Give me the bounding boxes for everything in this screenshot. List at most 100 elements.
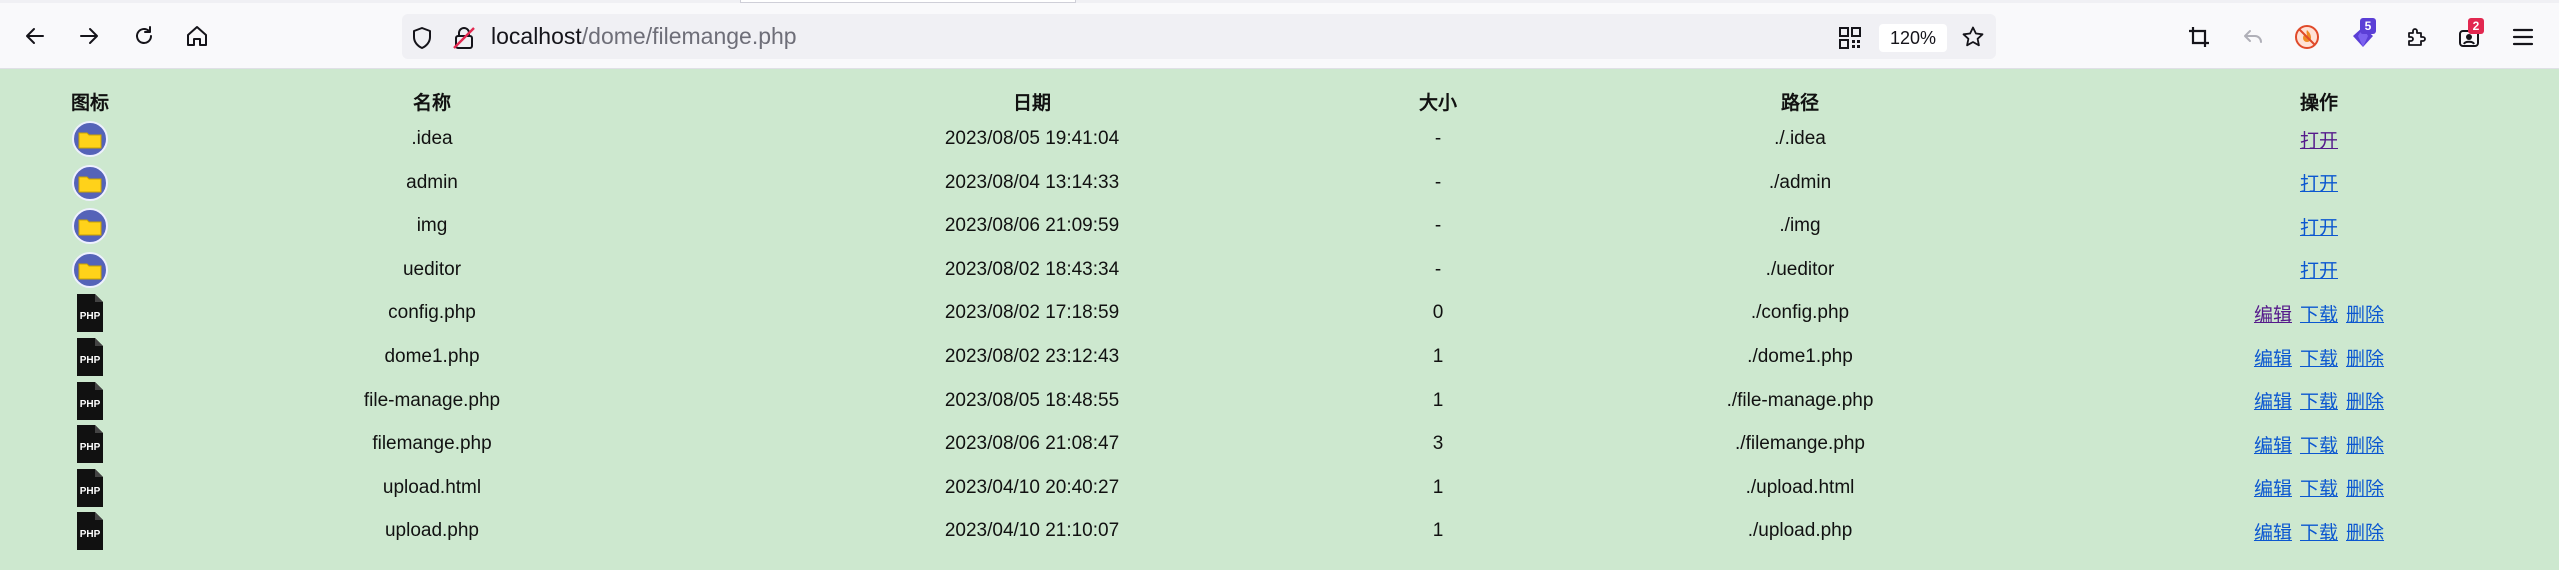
file-path: ./upload.html: [1745, 476, 1855, 498]
folder-icon-circle: [72, 164, 108, 201]
file-date: 2023/08/02 23:12:43: [944, 346, 1120, 367]
delete-link[interactable]: 删除: [2346, 387, 2384, 414]
back-button[interactable]: [17, 18, 53, 54]
row-actions: 编辑 下载 删除: [2119, 466, 2519, 510]
table-row: ueditor 2023/08/02 18:43:34 - ./ueditor 打开: [0, 248, 2559, 292]
file-date: 2023/08/02 17:18:59: [944, 302, 1120, 324]
file-name: config.php: [388, 302, 476, 324]
open-link[interactable]: 打开: [2300, 126, 2338, 153]
zoom-level-button[interactable]: 120%: [1879, 24, 1947, 52]
delete-link[interactable]: 删除: [2346, 300, 2384, 327]
svg-text:PHP: PHP: [80, 486, 101, 497]
php-file-glyph: PHP: [74, 293, 106, 333]
file-size: 0: [1432, 302, 1444, 324]
file-path: ./dome1.php: [1747, 346, 1853, 367]
file-date: 2023/08/02 18:43:34: [944, 258, 1120, 280]
file-name: dome1.php: [384, 346, 480, 367]
file-size: 1: [1432, 476, 1444, 498]
tracking-protection-shield-icon[interactable]: [408, 24, 436, 52]
open-link[interactable]: 打开: [2300, 213, 2338, 240]
hamburger-menu-icon[interactable]: [2508, 22, 2538, 52]
file-date: 2023/08/05 19:41:04: [944, 128, 1120, 149]
open-link[interactable]: 打开: [2300, 169, 2338, 196]
folder-icon-circle: [72, 251, 108, 288]
delete-link[interactable]: 删除: [2346, 344, 2384, 371]
php-file-glyph: PHP: [74, 337, 106, 377]
download-link[interactable]: 下载: [2300, 518, 2338, 545]
download-link[interactable]: 下载: [2300, 474, 2338, 501]
table-row: PHP file-manage.php 2023/08/05 18:48:55 1 ./…: [0, 379, 2559, 423]
insecure-lock-icon[interactable]: [450, 24, 478, 52]
file-path: ./img: [1779, 215, 1821, 237]
file-path: ./filemange.php: [1735, 433, 1865, 455]
row-actions: 打开: [2119, 204, 2519, 248]
file-name: upload.php: [384, 520, 480, 542]
delete-link[interactable]: 删除: [2346, 431, 2384, 458]
php-file-icon: PHP: [40, 422, 140, 466]
file-size: 1: [1432, 346, 1444, 367]
file-name: ueditor: [402, 258, 462, 280]
php-file-icon: PHP: [40, 291, 140, 335]
file-name: upload.html: [382, 476, 482, 498]
forward-button[interactable]: [71, 18, 107, 54]
file-name: file-manage.php: [363, 389, 501, 411]
edit-link[interactable]: 编辑: [2254, 518, 2292, 545]
file-size: -: [1434, 215, 1442, 237]
tab-strip: [0, 0, 2559, 3]
url-host: localhost: [491, 23, 582, 49]
edit-link[interactable]: 编辑: [2254, 431, 2292, 458]
home-button[interactable]: [179, 18, 215, 54]
file-size: -: [1434, 128, 1442, 149]
download-link[interactable]: 下载: [2300, 344, 2338, 371]
file-path: ./.idea: [1774, 128, 1826, 149]
delete-link[interactable]: 删除: [2346, 518, 2384, 545]
row-actions: 打开: [2119, 161, 2519, 205]
undo-arrow-icon[interactable]: [2238, 22, 2268, 52]
table-row: PHP filemange.php 2023/08/06 21:08:47 3 ./fi…: [0, 422, 2559, 466]
bookmark-star-icon[interactable]: [1958, 22, 1988, 52]
edit-link[interactable]: 编辑: [2254, 387, 2292, 414]
file-date: 2023/04/10 21:10:07: [944, 520, 1120, 542]
download-link[interactable]: 下载: [2300, 387, 2338, 414]
file-name: .idea: [411, 128, 453, 149]
file-size: 1: [1432, 520, 1444, 542]
folder-icon-circle: [72, 121, 108, 157]
edit-link[interactable]: 编辑: [2254, 344, 2292, 371]
php-file-icon: PHP: [40, 509, 140, 553]
crop-screenshot-icon[interactable]: [2184, 22, 2214, 52]
svg-text:PHP: PHP: [80, 529, 101, 540]
php-file-glyph: PHP: [74, 511, 106, 551]
row-actions: 编辑 下载 删除: [2119, 509, 2519, 553]
active-tab-edge[interactable]: [740, 0, 1076, 3]
folder-icon: [40, 204, 140, 248]
table-row: PHP upload.html 2023/04/10 20:40:27 1 ./uplo…: [0, 466, 2559, 510]
folder-icon-circle: [72, 208, 108, 245]
folder-icon: [40, 161, 140, 205]
edit-link[interactable]: 编辑: [2254, 474, 2292, 501]
php-file-glyph: PHP: [74, 381, 106, 421]
table-row: admin 2023/08/04 13:14:33 - ./admin 打开: [0, 161, 2559, 205]
folder-icon: [40, 248, 140, 292]
download-link[interactable]: 下载: [2300, 431, 2338, 458]
blocked-fire-extension-icon[interactable]: [2292, 22, 2322, 52]
open-link[interactable]: 打开: [2300, 256, 2338, 283]
back-arrow-icon: [26, 28, 44, 44]
php-file-glyph: PHP: [74, 468, 106, 508]
row-actions: 打开: [2119, 117, 2519, 161]
file-manager-page: 图标 名称 日期 大小 路径 操作 .idea 2023/08/05 19:41:…: [0, 70, 2559, 570]
table-row: PHP dome1.php 2023/08/02 23:12:43 1 ./dome1.…: [0, 335, 2559, 379]
reload-button[interactable]: [126, 18, 162, 54]
qr-code-icon[interactable]: [1836, 24, 1864, 52]
file-path: ./file-manage.php: [1726, 389, 1874, 411]
file-path: ./config.php: [1750, 302, 1850, 324]
svg-text:PHP: PHP: [80, 311, 101, 322]
file-path: ./upload.php: [1747, 520, 1853, 542]
table-row: img 2023/08/06 21:09:59 - ./img 打开: [0, 204, 2559, 248]
delete-link[interactable]: 删除: [2346, 474, 2384, 501]
download-link[interactable]: 下载: [2300, 300, 2338, 327]
table-row: .idea 2023/08/05 19:41:04 - ./.idea 打开: [0, 117, 2559, 161]
file-date: 2023/08/05 18:48:55: [944, 389, 1120, 411]
url-text[interactable]: localhost/dome/filemange.php: [491, 22, 797, 50]
edit-link[interactable]: 编辑: [2254, 300, 2292, 327]
extensions-puzzle-icon[interactable]: [2402, 22, 2432, 52]
